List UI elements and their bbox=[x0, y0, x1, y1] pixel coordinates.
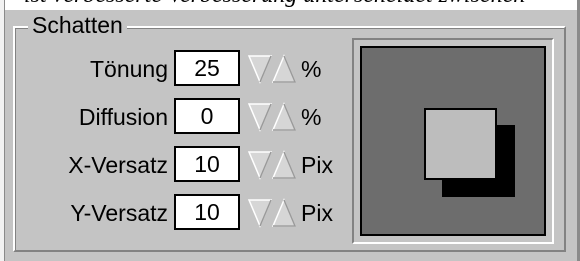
y-offset-input[interactable]: 10 bbox=[174, 194, 240, 230]
tint-label: Tönung bbox=[89, 56, 168, 82]
diffusion-label: Diffusion bbox=[78, 104, 168, 130]
x-offset-stepper[interactable] bbox=[247, 148, 297, 182]
triangle-down-icon[interactable] bbox=[247, 151, 273, 180]
triangle-up-icon[interactable] bbox=[271, 102, 297, 131]
preview-object-box bbox=[424, 108, 497, 180]
diffusion-input[interactable]: 0 bbox=[174, 98, 240, 134]
diffusion-stepper[interactable] bbox=[247, 100, 297, 134]
triangle-up-icon[interactable] bbox=[271, 198, 297, 227]
shadow-group-title: Schatten bbox=[28, 11, 127, 39]
triangle-down-icon[interactable] bbox=[247, 103, 273, 132]
y-offset-label: Y-Versatz bbox=[70, 200, 168, 226]
x-offset-label: X-Versatz bbox=[68, 152, 168, 178]
y-offset-stepper[interactable] bbox=[247, 196, 297, 230]
background-caption: ist verbesserte Verbesserung unterscheid… bbox=[24, 0, 525, 9]
preview-canvas bbox=[360, 46, 546, 236]
triangle-up-icon[interactable] bbox=[271, 150, 297, 179]
triangle-up-icon[interactable] bbox=[271, 54, 297, 83]
x-offset-input[interactable]: 10 bbox=[174, 146, 240, 182]
triangle-down-icon[interactable] bbox=[247, 199, 273, 228]
diffusion-unit: % bbox=[301, 104, 322, 130]
tint-stepper[interactable] bbox=[247, 52, 297, 86]
tint-input[interactable]: 25 bbox=[174, 50, 240, 86]
shadow-preview bbox=[352, 38, 554, 244]
background-document-text: ist verbesserte Verbesserung unterscheid… bbox=[0, 0, 580, 10]
tint-unit: % bbox=[301, 56, 322, 82]
triangle-down-icon[interactable] bbox=[247, 55, 273, 84]
x-offset-unit: Pix bbox=[301, 152, 333, 178]
y-offset-unit: Pix bbox=[301, 200, 333, 226]
